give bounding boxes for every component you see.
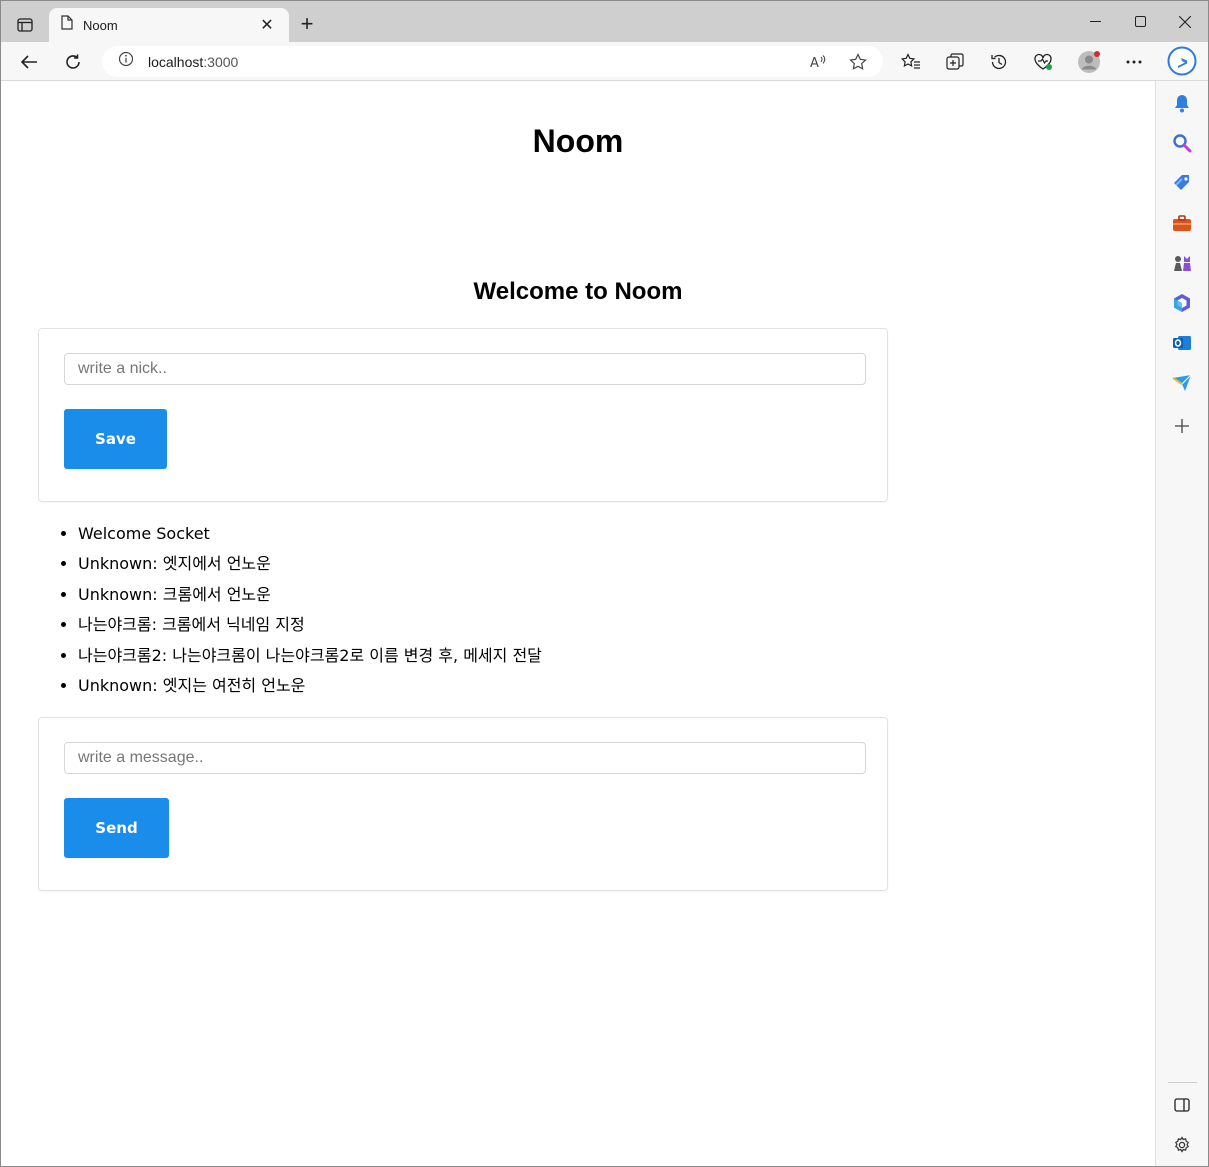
minimize-icon[interactable] (1072, 1, 1118, 42)
outlook-icon[interactable] (1170, 331, 1194, 355)
more-options-icon[interactable] (1119, 47, 1149, 77)
favorite-star-icon[interactable] (845, 49, 871, 75)
back-arrow-icon[interactable] (14, 47, 44, 77)
tab-actions-icon[interactable] (9, 11, 41, 39)
send-icon[interactable] (1170, 371, 1194, 395)
send-button[interactable]: Send (64, 798, 169, 858)
tab-noom[interactable]: Noom ✕ (49, 8, 289, 42)
url-host: localhost (148, 53, 204, 70)
sidebar-toggle-icon[interactable] (1170, 1093, 1194, 1117)
read-aloud-icon[interactable]: A (805, 49, 831, 75)
page-icon (61, 15, 73, 35)
message-input[interactable] (64, 742, 866, 774)
message-form: Send (38, 717, 888, 891)
profile-avatar-icon[interactable] (1074, 47, 1104, 77)
add-icon[interactable] (1170, 414, 1194, 438)
url-port: :3000 (203, 53, 239, 70)
favorites-icon[interactable] (896, 47, 926, 77)
address-url[interactable]: localhost:3000 (148, 54, 238, 70)
nick-input[interactable] (64, 353, 866, 385)
search-icon[interactable] (1170, 131, 1194, 155)
office-icon[interactable] (1170, 291, 1194, 315)
close-window-icon[interactable] (1162, 1, 1208, 42)
new-tab-icon[interactable]: + (294, 11, 320, 37)
sidebar-divider (1168, 1082, 1197, 1083)
games-icon[interactable] (1170, 251, 1194, 275)
message-item: Unknown: 크롬에서 언노운 (78, 584, 542, 614)
close-tab-icon[interactable]: ✕ (257, 15, 277, 35)
message-item: 나는야크롬2: 나는야크롬이 나는야크롬2로 이름 변경 후, 메세지 전달 (78, 645, 542, 675)
message-list: Welcome Socket Unknown: 엣지에서 언노운 Unknown… (78, 523, 542, 705)
browser-toolbar: localhost:3000 A (1, 42, 1208, 81)
address-bar[interactable]: localhost:3000 A (102, 46, 883, 77)
browser-window: Noom ✕ + localhost:3000 A Noom Welcome t… (0, 0, 1209, 1167)
browser-essentials-icon[interactable] (1028, 47, 1058, 77)
bell-icon[interactable] (1170, 91, 1194, 115)
tab-title: Noom (83, 17, 118, 33)
shopping-tag-icon[interactable] (1170, 171, 1194, 195)
save-button[interactable]: Save (64, 409, 167, 469)
message-item: Welcome Socket (78, 523, 542, 553)
collections-icon[interactable] (940, 47, 970, 77)
message-item: Unknown: 엣지는 여전히 언노운 (78, 675, 542, 705)
svg-text:A: A (810, 56, 819, 70)
tools-icon[interactable] (1170, 211, 1194, 235)
settings-icon[interactable] (1170, 1133, 1194, 1157)
page-title: Noom (532, 123, 624, 159)
page-content: Noom Welcome to Noom Save Welcome Socket… (2, 81, 1154, 1166)
history-icon[interactable] (984, 47, 1014, 77)
message-item: Unknown: 엣지에서 언노운 (78, 553, 542, 583)
edge-sidebar (1155, 81, 1208, 1166)
refresh-icon[interactable] (58, 47, 88, 77)
maximize-icon[interactable] (1117, 1, 1163, 42)
nick-form: Save (38, 328, 888, 502)
tab-strip: Noom ✕ + (1, 1, 1208, 42)
site-info-icon[interactable] (118, 51, 134, 72)
bing-copilot-icon[interactable] (1165, 44, 1199, 78)
welcome-heading: Welcome to Noom (473, 278, 683, 305)
message-item: 나는야크롬: 크롬에서 닉네임 지정 (78, 614, 542, 644)
